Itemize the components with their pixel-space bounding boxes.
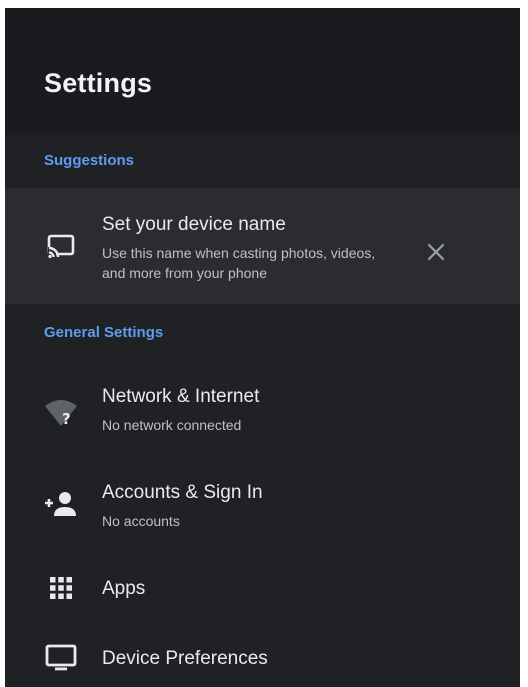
tv-settings-screen: Settings Suggestions Set your device nam…	[5, 8, 520, 687]
tv-icon	[43, 640, 79, 676]
suggestion-card-device-name[interactable]: Set your device name Use this name when …	[5, 188, 520, 304]
cast-icon	[43, 229, 79, 265]
section-header-suggestions: Suggestions	[44, 152, 135, 169]
suggestion-subtitle-line2: and more from your phone	[102, 265, 267, 281]
menu-item-title: Network & Internet	[102, 386, 260, 407]
header: Settings	[5, 8, 520, 135]
suggestion-title: Set your device name	[102, 214, 286, 235]
menu-item-accounts-sign-in[interactable]: Accounts & Sign In No accounts	[5, 470, 520, 550]
menu-item-apps[interactable]: Apps	[5, 566, 520, 626]
menu-item-subtitle: No network connected	[102, 417, 242, 433]
close-icon	[427, 243, 445, 261]
menu-item-title: Accounts & Sign In	[102, 482, 263, 503]
svg-text:?: ?	[62, 410, 71, 427]
menu-item-subtitle: No accounts	[102, 513, 180, 529]
apps-grid-icon	[43, 570, 79, 606]
page-title: Settings	[44, 68, 153, 98]
dismiss-suggestion-button[interactable]	[421, 237, 451, 267]
wifi-unknown-icon: ?	[43, 394, 79, 430]
add-account-icon	[43, 486, 79, 522]
suggestion-subtitle-line1: Use this name when casting photos, video…	[102, 245, 376, 261]
section-header-general-settings: General Settings	[44, 324, 164, 341]
menu-item-title: Apps	[102, 578, 146, 599]
menu-item-title: Device Preferences	[102, 648, 268, 669]
menu-item-network-internet[interactable]: ? Network & Internet No network connecte…	[5, 374, 520, 454]
menu-item-device-preferences[interactable]: Device Preferences	[5, 636, 520, 687]
